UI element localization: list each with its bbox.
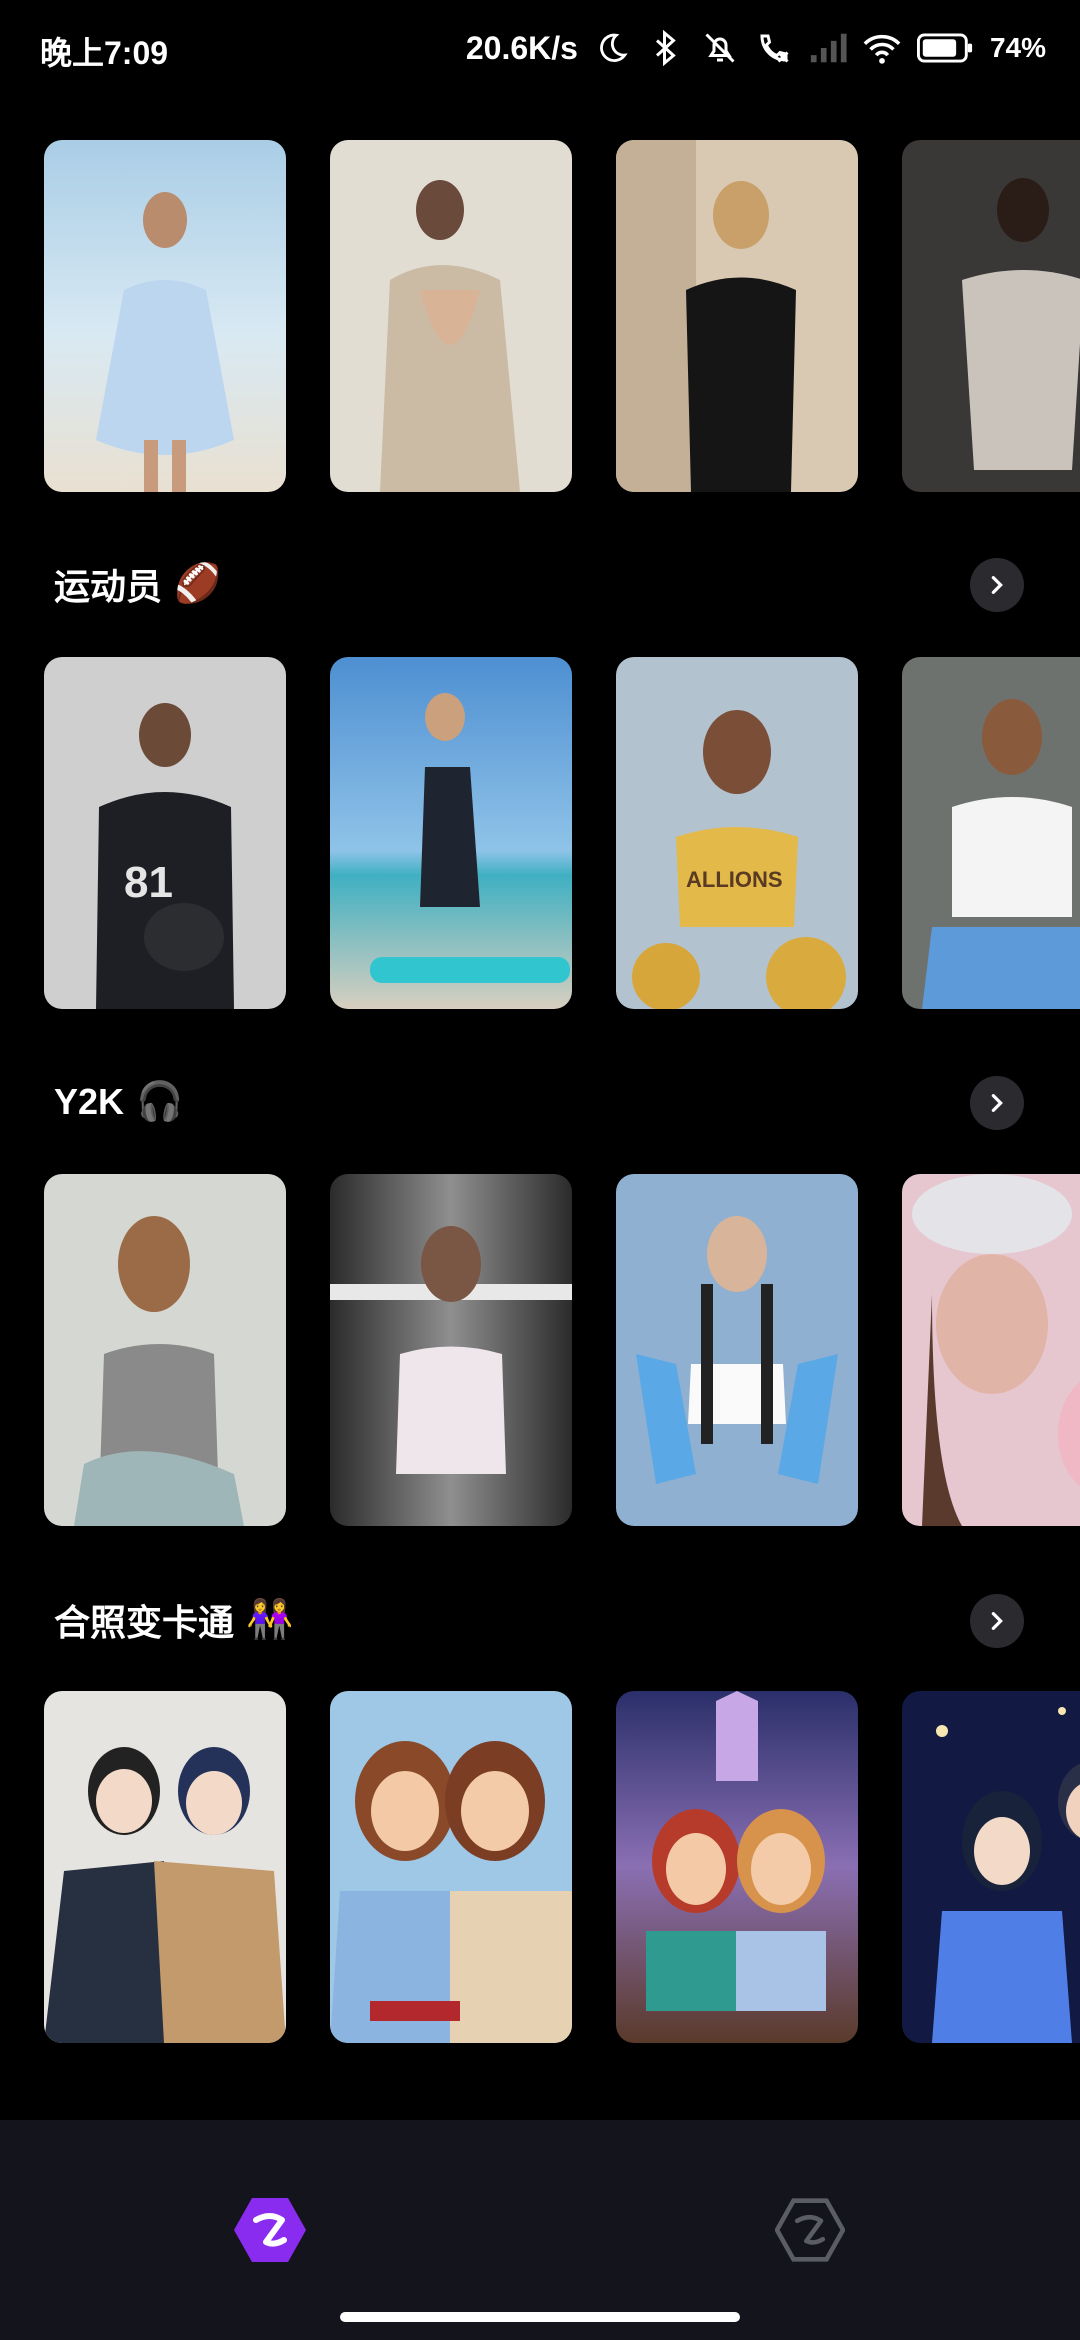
section-more-button[interactable] (970, 1594, 1024, 1648)
section-header: 合照变卡通 👭 (54, 1590, 293, 1650)
svg-text:81: 81 (124, 858, 173, 907)
template-card[interactable] (44, 1174, 286, 1526)
signal-icon (808, 28, 848, 68)
chevron-right-icon (991, 576, 1003, 594)
two-people-icon: 👭 (246, 1599, 294, 1641)
template-card[interactable] (616, 1174, 858, 1526)
template-card[interactable] (902, 140, 1080, 492)
battery-icon (916, 28, 976, 68)
bottom-navigation (0, 2120, 1080, 2340)
section-title: 运动员 (54, 566, 163, 607)
template-card[interactable]: ALLIONS (616, 657, 858, 1009)
headphones-icon: 🎧 (136, 1081, 184, 1123)
template-card[interactable] (330, 1691, 572, 2043)
status-icons: 20.6K/s 74% (466, 24, 1046, 72)
section-row-1 (0, 140, 1080, 492)
section-header: 运动员 🏈 (54, 554, 221, 614)
section-header: Y2K 🎧 (54, 1072, 183, 1132)
template-card[interactable] (44, 140, 286, 492)
status-time: 晚上7:09 (40, 35, 169, 71)
section-more-button[interactable] (970, 1076, 1024, 1130)
template-card[interactable] (902, 1691, 1080, 2043)
network-speed: 20.6K/s (465, 29, 578, 66)
svg-text:ALLIONS: ALLIONS (686, 867, 783, 892)
chevron-right-icon (991, 1612, 1003, 1630)
moon-icon (592, 28, 632, 68)
bluetooth-icon (646, 28, 686, 68)
template-card[interactable] (616, 140, 858, 492)
help-hexagon-icon (775, 2198, 845, 2262)
section-title: 合照变卡通 (54, 1602, 235, 1643)
call-off-icon (754, 28, 794, 68)
app-logo-icon (234, 2198, 306, 2262)
nav-secondary-tab[interactable] (760, 2180, 860, 2280)
battery-percent: 74% (989, 32, 1046, 63)
template-card[interactable]: 81 (44, 657, 286, 1009)
nav-home-tab[interactable] (220, 2180, 320, 2280)
home-indicator[interactable] (340, 2312, 740, 2322)
chevron-right-icon (991, 1094, 1003, 1112)
template-card[interactable] (330, 1174, 572, 1526)
section-row-2: 81 ALLIONS (0, 657, 1080, 1009)
template-card[interactable] (44, 1691, 286, 2043)
status-bar: 晚上7:09 20.6K/s 74% (0, 0, 1080, 100)
template-card[interactable] (902, 1174, 1080, 1526)
section-row-4 (0, 1691, 1080, 2043)
section-more-button[interactable] (970, 558, 1024, 612)
template-card[interactable] (902, 657, 1080, 1009)
wifi-icon (862, 28, 902, 68)
template-card[interactable] (330, 140, 572, 492)
section-row-3 (0, 1174, 1080, 1526)
template-card[interactable] (330, 657, 572, 1009)
football-icon: 🏈 (174, 563, 222, 605)
mute-bell-icon (700, 28, 740, 68)
section-title: Y2K (54, 1081, 125, 1122)
template-card[interactable] (616, 1691, 858, 2043)
